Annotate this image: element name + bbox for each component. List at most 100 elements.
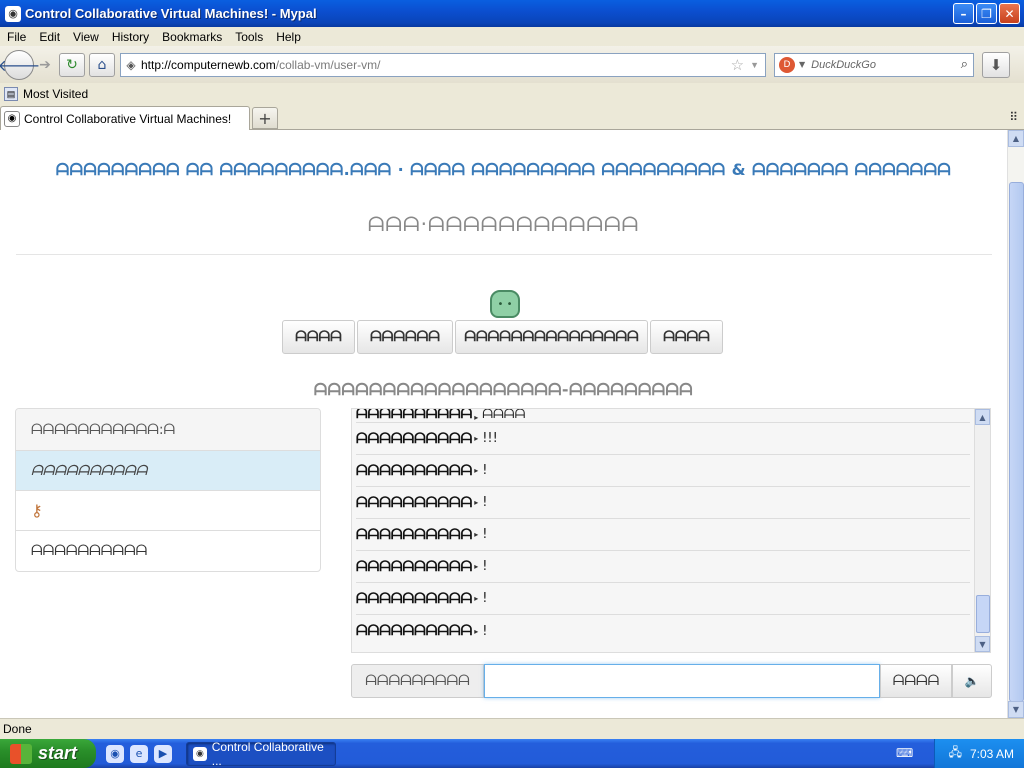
menu-edit[interactable]: Edit xyxy=(32,30,66,44)
vm-button-2[interactable]: ᗩᗩᗩᗩᗩᗩ xyxy=(357,320,453,354)
page-scroll-thumb[interactable] xyxy=(1009,182,1024,702)
status-bar: Done xyxy=(0,718,1024,739)
username-button[interactable]: ᗩᗩᗩᗩᗩᗩᗩᗩᗩ xyxy=(351,664,484,698)
url-bar[interactable]: ◈ http://computernewb.com/collab-vm/user… xyxy=(120,52,766,77)
windows-logo-icon xyxy=(10,743,32,764)
windows-taskbar: start ◉ e ▶ ◉ Control Collaborative ... … xyxy=(0,739,1024,768)
menu-view[interactable]: View xyxy=(66,30,105,44)
url-domain: http://computernewb.com xyxy=(141,57,276,72)
chat-text: ᗩᗩᗩᗩ xyxy=(482,409,526,422)
chat-scrollbar[interactable]: ▲ ▼ xyxy=(974,409,990,652)
vm-button-3[interactable]: ᗩᗩᗩᗩᗩᗩᗩᗩᗩᗩᗩᗩᗩᗩᗩ xyxy=(455,320,648,354)
chat-message: ᗩᗩᗩᗩᗩᗩᗩᗩᗩᗩ ▸! xyxy=(356,583,970,615)
chat-separator-icon: ▸ xyxy=(474,434,479,443)
chat-user: ᗩᗩᗩᗩᗩᗩᗩᗩᗩᗩ xyxy=(356,494,473,511)
taskbar-item-browser[interactable]: ◉ Control Collaborative ... xyxy=(186,740,336,768)
send-button[interactable]: ᗩᗩᗩᗩ xyxy=(880,664,952,698)
close-button[interactable]: ✕ xyxy=(999,3,1020,24)
chat-separator-icon: ▸ xyxy=(474,594,479,603)
window-title-bar: ◉ Control Collaborative Virtual Machines… xyxy=(0,0,1024,27)
divider xyxy=(16,254,992,255)
chat-user: ᗩᗩᗩᗩᗩᗩᗩᗩᗩᗩ xyxy=(356,526,473,543)
media-player-icon[interactable]: ▶ xyxy=(154,744,172,763)
menu-tools[interactable]: Tools xyxy=(228,30,269,44)
online-users-panel: ᗩᗩᗩᗩᗩᗩᗩᗩᗩᗩᗩ:ᗩ ᗩᗩᗩᗩᗩᗩᗩᗩᗩᗩ ⚷ ᗩᗩᗩᗩᗩᗩᗩᗩᗩᗩ xyxy=(15,408,321,572)
tab-label: Control Collaborative Virtual Machines! xyxy=(24,111,232,126)
scroll-up-icon[interactable]: ▲ xyxy=(975,409,990,425)
chat-input-group: ᗩᗩᗩᗩᗩᗩᗩᗩᗩ ᗩᗩᗩᗩ 🔈 xyxy=(351,664,992,698)
site-heading: ᗩᗩᗩᗩᗩᗩᗩᗩᗩ ᗩᗩ ᗩᗩᗩᗩᗩᗩᗩᗩᗩ.ᗩᗩᗩ · ᗩᗩᗩᗩ ᗩᗩᗩᗩᗩᗩ… xyxy=(55,160,952,179)
chat-scroll-thumb[interactable] xyxy=(976,595,990,633)
engine-dropdown-icon[interactable]: ▼ xyxy=(799,60,805,69)
scroll-up-icon[interactable]: ▲ xyxy=(1008,130,1024,147)
scroll-down-icon[interactable]: ▼ xyxy=(1008,701,1024,718)
menu-bar: File Edit View History Bookmarks Tools H… xyxy=(0,27,1024,46)
magnifier-icon[interactable]: ⌕ xyxy=(961,57,968,72)
chat-log[interactable]: ᗩᗩᗩᗩᗩᗩᗩᗩᗩᗩ ▸ ᗩᗩᗩᗩ ᗩᗩᗩᗩᗩᗩᗩᗩᗩᗩ ▸!!! ᗩᗩᗩᗩᗩᗩᗩᗩᗩ… xyxy=(351,408,991,653)
mypal-quicklaunch-icon[interactable]: ◉ xyxy=(106,744,124,763)
star-icon[interactable]: ☆ xyxy=(731,56,744,74)
network-icon[interactable]: 🖧 xyxy=(949,743,962,764)
site-identity-icon[interactable]: ◈ xyxy=(121,58,141,72)
minimize-button[interactable]: – xyxy=(953,3,974,24)
chat-user: ᗩᗩᗩᗩᗩᗩᗩᗩᗩᗩ xyxy=(356,409,473,422)
tab-collab-vm[interactable]: ◉ Control Collaborative Virtual Machines… xyxy=(0,106,250,130)
maximize-button[interactable]: ❐ xyxy=(976,3,997,24)
back-arrow-icon[interactable]: 🡐 xyxy=(0,49,40,80)
chevron-down-icon[interactable]: ▼ xyxy=(750,60,759,70)
clock[interactable]: 7:03 AM xyxy=(970,747,1014,761)
chat-separator-icon: ▸ xyxy=(474,413,479,422)
vm-button-4[interactable]: ᗩᗩᗩᗩ xyxy=(650,320,723,354)
user-row[interactable]: ᗩᗩᗩᗩᗩᗩᗩᗩᗩᗩ xyxy=(16,451,320,491)
bookmark-most-visited[interactable]: Most Visited xyxy=(23,87,88,101)
chat-message: ᗩᗩᗩᗩᗩᗩᗩᗩᗩᗩ ▸! xyxy=(356,519,970,551)
menu-bookmarks[interactable]: Bookmarks xyxy=(155,30,228,44)
chat-message: ᗩᗩᗩᗩᗩᗩᗩᗩᗩᗩ ▸! xyxy=(356,487,970,519)
chat-separator-icon: ▸ xyxy=(474,498,479,507)
vm-button-1[interactable]: ᗩᗩᗩᗩ xyxy=(282,320,355,354)
new-tab-button[interactable]: + xyxy=(252,107,278,129)
keyboard-icon[interactable]: ⌨ xyxy=(896,746,913,760)
chat-message: ᗩᗩᗩᗩᗩᗩᗩᗩᗩᗩ ▸! xyxy=(356,455,970,487)
key-icon: ⚷ xyxy=(31,501,43,520)
home-icon[interactable]: ⌂ xyxy=(89,52,115,77)
chat-separator-icon: ▸ xyxy=(474,466,479,475)
chat-user: ᗩᗩᗩᗩᗩᗩᗩᗩᗩᗩ xyxy=(356,430,473,447)
page-scrollbar[interactable]: ▲ ▼ xyxy=(1007,130,1024,718)
menu-help[interactable]: Help xyxy=(269,30,307,44)
chat-text: ! xyxy=(482,495,488,510)
menu-file[interactable]: File xyxy=(0,30,32,44)
user-row-key[interactable]: ⚷ xyxy=(16,491,320,531)
search-bar[interactable]: D ▼ DuckDuckGo ⌕ xyxy=(774,52,974,77)
chat-text: ! xyxy=(482,591,488,606)
download-icon[interactable]: ⬇ xyxy=(982,51,1010,78)
user-row[interactable]: ᗩᗩᗩᗩᗩᗩᗩᗩᗩᗩ xyxy=(16,531,320,571)
internet-explorer-icon[interactable]: e xyxy=(130,744,148,763)
chat-text: ! xyxy=(482,559,488,574)
chat-message: ᗩᗩᗩᗩᗩᗩᗩᗩᗩᗩ ▸ ᗩᗩᗩᗩ xyxy=(356,409,970,423)
reload-icon[interactable]: ↻ xyxy=(59,52,85,77)
page-content: ᗩᗩᗩᗩᗩᗩᗩᗩᗩ ᗩᗩ ᗩᗩᗩᗩᗩᗩᗩᗩᗩ.ᗩᗩᗩ · ᗩᗩᗩᗩ ᗩᗩᗩᗩᗩᗩ… xyxy=(0,130,1007,718)
tab-strip: ◉ Control Collaborative Virtual Machines… xyxy=(0,105,1024,130)
chat-user: ᗩᗩᗩᗩᗩᗩᗩᗩᗩᗩ xyxy=(356,590,473,607)
turtle-mascot-icon: • • xyxy=(490,290,520,318)
most-visited-icon: ▤ xyxy=(4,87,18,101)
tab-list-icon[interactable]: ⠿ xyxy=(1009,110,1018,124)
chat-text: !!! xyxy=(482,431,498,446)
chat-text: ! xyxy=(482,527,488,542)
chat-user: ᗩᗩᗩᗩᗩᗩᗩᗩᗩᗩ xyxy=(356,558,473,575)
url-path: /collab-vm/user-vm/ xyxy=(275,57,381,72)
speaker-icon[interactable]: 🔈 xyxy=(952,664,992,698)
forward-arrow-icon[interactable]: ➔ xyxy=(35,54,55,76)
duckduckgo-icon[interactable]: D xyxy=(779,56,795,73)
bookmarks-toolbar: ▤ Most Visited xyxy=(0,83,1024,105)
chat-user: ᗩᗩᗩᗩᗩᗩᗩᗩᗩᗩ xyxy=(356,462,473,479)
start-button[interactable]: start xyxy=(0,739,96,768)
chat-message-input[interactable] xyxy=(484,664,880,698)
users-panel-header: ᗩᗩᗩᗩᗩᗩᗩᗩᗩᗩᗩ:ᗩ xyxy=(16,409,320,451)
scroll-down-icon[interactable]: ▼ xyxy=(975,636,990,652)
vm-name-title: ᗩᗩᗩᗩᗩᗩᗩᗩᗩᗩᗩᗩᗩᗩᗩᗩᗩᗩ-ᗩᗩᗩᗩᗩᗩᗩᗩᗩ xyxy=(313,380,694,399)
chat-message: ᗩᗩᗩᗩᗩᗩᗩᗩᗩᗩ ▸!!! xyxy=(356,423,970,455)
chat-separator-icon: ▸ xyxy=(474,530,479,539)
menu-history[interactable]: History xyxy=(105,30,155,44)
